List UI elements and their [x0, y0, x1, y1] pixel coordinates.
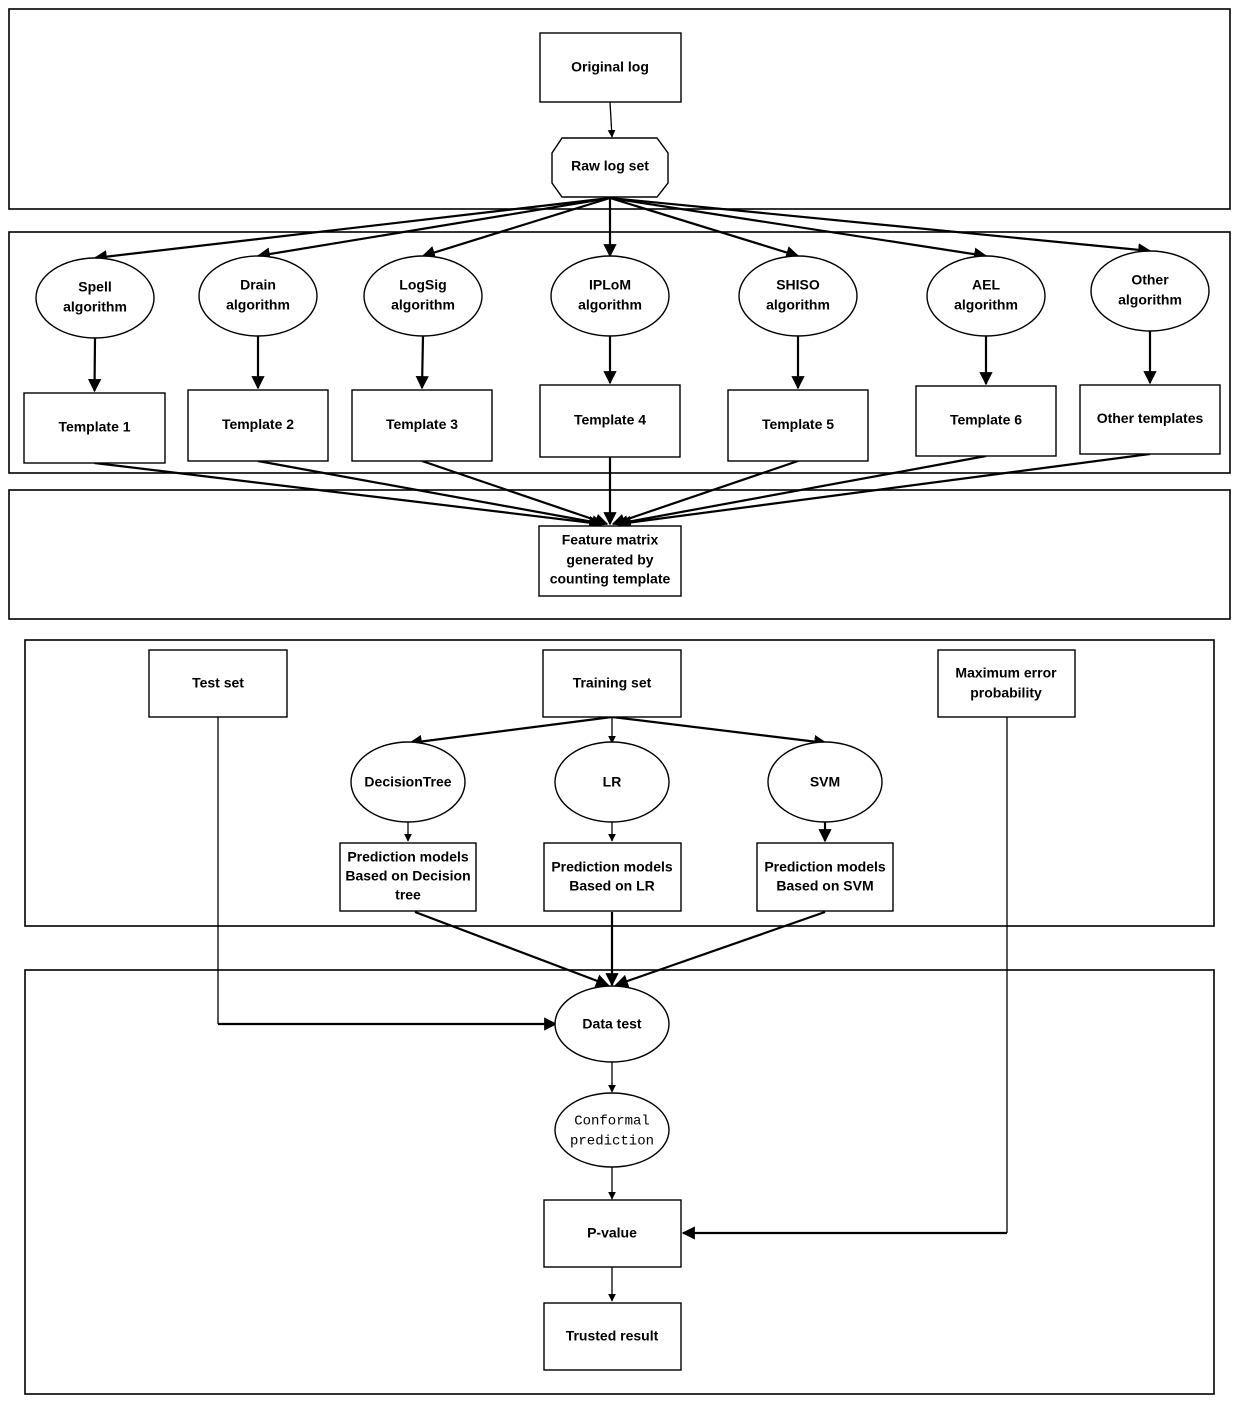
node-label: Trusted result: [566, 1328, 659, 1344]
node-label: Prediction models: [551, 859, 673, 875]
node-feature-matrix: Feature matrix generated by counting tem…: [538, 525, 682, 597]
node-label: prediction: [570, 1134, 654, 1150]
node-label: Raw log set: [571, 158, 649, 174]
node-label: SVM: [810, 774, 840, 790]
node-label: algorithm: [226, 297, 290, 313]
edge-template-2-to-feature: [257, 459, 606, 529]
node-algorithm-other: Other algorithm: [1090, 250, 1210, 332]
node-label: Drain: [240, 277, 276, 293]
node-label: Template 4: [574, 412, 646, 428]
node-label: LR: [603, 774, 622, 790]
node-label: Template 6: [950, 412, 1022, 428]
node-label: Data test: [582, 1016, 641, 1032]
node-label: Based on LR: [569, 878, 655, 894]
node-label: algorithm: [63, 299, 127, 315]
node-prediction-lr: Prediction models Based on LR: [543, 842, 682, 912]
edge-raw-to-spell: [93, 196, 611, 264]
node-label: Maximum error: [955, 665, 1057, 681]
node-label: Other: [1131, 272, 1169, 288]
edge-spell-to-template: [88, 337, 102, 393]
node-label: Prediction models: [347, 849, 469, 865]
node-label: Original log: [571, 59, 649, 75]
node-label: IPLoM: [589, 277, 631, 293]
node-label: Training set: [573, 675, 652, 691]
node-algorithm-logsig: LogSig algorithm: [363, 255, 483, 337]
node-decisiontree: DecisionTree: [350, 741, 466, 823]
node-template-2: Template 2: [187, 389, 329, 462]
node-label: LogSig: [399, 277, 446, 293]
node-label: algorithm: [578, 297, 642, 313]
edge-training-to-decisiontree: [408, 715, 613, 749]
node-label: Other templates: [1097, 410, 1204, 426]
edge-raw-to-logsig: [421, 196, 611, 259]
node-algorithm-shiso: SHISO algorithm: [738, 255, 858, 337]
edge-template-7-to-feature: [617, 452, 1151, 529]
node-label: Based on Decision: [345, 868, 470, 884]
node-label: Template 5: [762, 416, 834, 432]
edge-raw-to-drain: [256, 196, 611, 261]
node-template-4: Template 4: [539, 384, 681, 458]
node-max-error-probability: Maximum error probability: [937, 649, 1076, 718]
node-label: Spell: [78, 279, 111, 295]
node-label: Based on SVM: [776, 878, 873, 894]
node-prediction-decisiontree: Prediction models Based on Decision tree: [339, 842, 477, 912]
node-label: probability: [970, 685, 1042, 701]
edges-algorithm-to-template: [88, 331, 1157, 393]
node-label: Template 2: [222, 416, 294, 432]
node-label: Feature matrix: [562, 532, 659, 548]
flowchart: Original log Raw log set SpellalgorithmD…: [8, 8, 1231, 1395]
node-conformal-prediction: Conformal prediction: [554, 1092, 670, 1168]
node-lr: LR: [554, 741, 670, 823]
edge-svm-model-to-datatest: [614, 910, 826, 988]
edge-original-to-raw: [607, 101, 616, 138]
node-algorithm-drain: Drain algorithm: [198, 255, 318, 337]
node-label: algorithm: [391, 297, 455, 313]
node-trusted-result: Trusted result: [543, 1302, 682, 1371]
node-label: algorithm: [766, 297, 830, 313]
node-original-log: Original log: [539, 32, 682, 103]
node-template-5: Template 5: [727, 389, 869, 462]
node-test-set: Test set: [148, 649, 288, 718]
edge-template-1-to-feature: [94, 461, 603, 530]
node-label: algorithm: [1118, 292, 1182, 308]
node-label: P-value: [587, 1225, 637, 1241]
node-label: Prediction models: [764, 859, 886, 875]
node-label: Conformal: [574, 1114, 650, 1130]
node-template-6: Template 6: [915, 385, 1057, 457]
edge-training-to-svm: [611, 715, 828, 749]
node-label: algorithm: [954, 297, 1018, 313]
node-algorithm-ael: AEL algorithm: [926, 255, 1046, 337]
edge-raw-to-ael: [609, 196, 988, 261]
node-label: tree: [395, 887, 421, 903]
node-label: Template 3: [386, 416, 458, 432]
node-data-test: Data test: [554, 985, 670, 1063]
node-template-3: Template 3: [351, 389, 493, 462]
node-algorithm-iplom: IPLoM algorithm: [550, 255, 670, 337]
node-label: DecisionTree: [364, 774, 451, 790]
node-label: counting template: [550, 571, 671, 587]
edge-raw-to-other: [609, 196, 1152, 257]
node-label: SHISO: [776, 277, 820, 293]
node-template-1: Template 1: [23, 392, 166, 464]
node-label: AEL: [972, 277, 1000, 293]
node-label: Test set: [192, 675, 244, 691]
node-template-7: Other templates: [1079, 384, 1221, 455]
edges-template-to-feature: [94, 452, 1151, 530]
node-label: Template 1: [58, 419, 130, 435]
node-p-value: P-value: [543, 1199, 682, 1268]
node-prediction-svm: Prediction models Based on SVM: [756, 842, 894, 912]
node-raw-log-set: Raw log set: [551, 137, 669, 198]
node-training-set: Training set: [542, 649, 682, 718]
node-algorithm-spell: Spell algorithm: [35, 257, 155, 339]
edge-dt-model-to-datatest: [414, 910, 610, 987]
edge-template-5-to-feature: [611, 459, 799, 527]
edges-raw-to-algorithms: [93, 196, 1152, 264]
node-label: generated by: [566, 552, 653, 568]
node-svm: SVM: [767, 741, 883, 823]
edge-logsig-to-template: [415, 335, 429, 390]
